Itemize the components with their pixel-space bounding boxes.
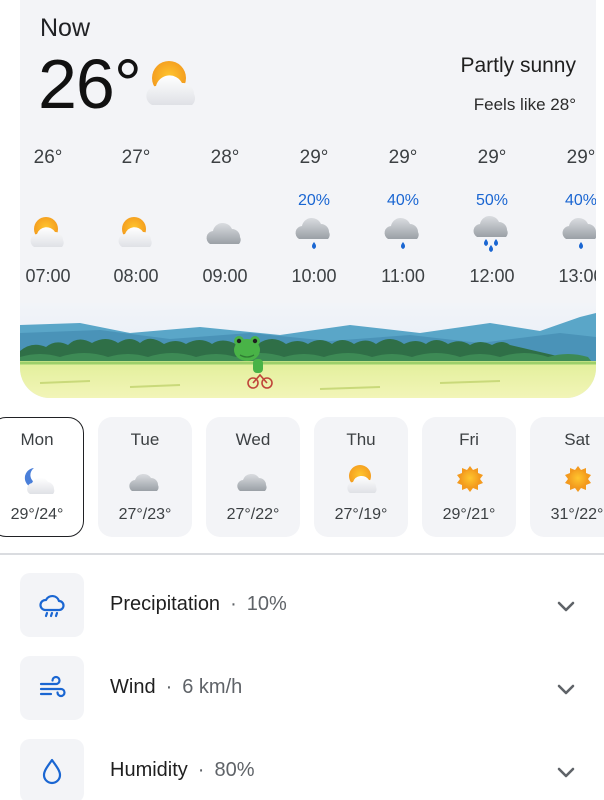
sunny-icon bbox=[565, 466, 591, 492]
day-temp-range: 27°/23° bbox=[118, 506, 172, 523]
precipitation-value: 10% bbox=[246, 593, 287, 615]
partly-sunny-icon bbox=[118, 217, 152, 247]
wind-icon-box bbox=[20, 656, 84, 720]
sunny-icon bbox=[457, 466, 483, 492]
precipitation-icon bbox=[39, 594, 65, 618]
hour-time: 11:00 bbox=[381, 266, 425, 286]
hour-temp: 29° bbox=[388, 147, 418, 168]
day-card-fri[interactable]: Fri 29°/21° bbox=[422, 417, 516, 537]
current-weather-card: Now 26° Partly sunny Feels like 28° 26° … bbox=[20, 0, 596, 398]
precipitation-text: Precipitation · 10% bbox=[110, 593, 287, 616]
condition-text: Partly sunny bbox=[460, 54, 576, 77]
hour-temp: 29° bbox=[566, 147, 596, 168]
day-temp-range: 31°/22° bbox=[550, 506, 604, 523]
hourly-item: 29° 50% 12:00 bbox=[452, 145, 532, 295]
day-card-mon[interactable]: Mon 29°/24° bbox=[0, 417, 84, 537]
hourly-forecast[interactable]: 26° 07:00 27° 08:00 28° 09:00 29° 20% 10… bbox=[20, 145, 596, 295]
day-card-sat[interactable]: Sat 31°/22° bbox=[530, 417, 604, 537]
humidity-icon-box bbox=[20, 739, 84, 800]
hour-precip: 40% bbox=[564, 192, 596, 209]
day-card-wed[interactable]: Wed 27°/22° bbox=[206, 417, 300, 537]
light-rain-icon bbox=[295, 217, 330, 249]
hour-time: 13:00 bbox=[558, 266, 596, 286]
hourly-item: 29° 40% 13:00 bbox=[541, 145, 596, 295]
day-card-tue[interactable]: Tue 27°/23° bbox=[98, 417, 192, 537]
hourly-item: 28° 09:00 bbox=[185, 145, 265, 295]
hourly-item: 26° 07:00 bbox=[20, 145, 88, 295]
hour-time: 07:00 bbox=[25, 266, 71, 286]
hour-precip: 20% bbox=[297, 192, 331, 209]
wind-row[interactable]: Wind · 6 km/h bbox=[0, 656, 604, 722]
day-temp-range: 27°/22° bbox=[226, 506, 280, 523]
humidity-icon bbox=[42, 758, 62, 785]
day-name: Mon bbox=[20, 430, 54, 449]
light-rain-icon bbox=[384, 217, 419, 249]
hour-temp: 27° bbox=[121, 147, 151, 168]
humidity-value: 80% bbox=[214, 759, 255, 781]
now-label: Now bbox=[40, 14, 91, 42]
humidity-row[interactable]: Humidity · 80% bbox=[0, 739, 604, 800]
hour-temp: 28° bbox=[210, 147, 240, 168]
day-name: Tue bbox=[130, 430, 160, 449]
current-temperature: 26° bbox=[38, 45, 142, 123]
separator-dot: · bbox=[165, 676, 173, 698]
humidity-label: Humidity bbox=[110, 759, 188, 781]
chevron-down-icon[interactable] bbox=[554, 678, 578, 702]
daily-forecast[interactable]: Mon 29°/24° Tue 27°/23° Wed 27°/22° Thu … bbox=[0, 417, 604, 537]
precipitation-icon-box bbox=[20, 573, 84, 637]
day-temp-range: 27°/19° bbox=[334, 506, 388, 523]
feels-like-text: Feels like 28° bbox=[473, 95, 576, 114]
hour-time: 09:00 bbox=[202, 266, 248, 286]
hour-temp: 26° bbox=[33, 147, 63, 168]
landscape-illustration bbox=[20, 303, 596, 398]
light-rain-icon bbox=[562, 217, 596, 249]
precipitation-label: Precipitation bbox=[110, 593, 221, 615]
section-divider bbox=[0, 553, 604, 555]
chevron-down-icon[interactable] bbox=[554, 761, 578, 785]
day-name: Sat bbox=[564, 430, 590, 449]
cloudy-icon bbox=[237, 473, 267, 491]
wind-value: 6 km/h bbox=[182, 676, 243, 698]
hourly-item: 29° 40% 11:00 bbox=[363, 145, 443, 295]
day-temp-range: 29°/21° bbox=[442, 506, 496, 523]
hourly-item: 29° 20% 10:00 bbox=[274, 145, 354, 295]
partly-sunny-icon bbox=[347, 465, 377, 493]
separator-dot: · bbox=[197, 759, 205, 781]
partly-sunny-icon bbox=[146, 61, 196, 105]
hour-temp: 29° bbox=[299, 147, 329, 168]
partly-sunny-icon bbox=[30, 217, 64, 247]
hour-time: 12:00 bbox=[469, 266, 515, 286]
day-temp-range: 29°/24° bbox=[10, 506, 64, 523]
day-name: Wed bbox=[235, 430, 271, 449]
wind-text: Wind · 6 km/h bbox=[110, 676, 242, 699]
hour-temp: 29° bbox=[477, 147, 507, 168]
cloudy-icon bbox=[129, 473, 159, 491]
rain-icon bbox=[473, 215, 508, 252]
day-card-thu[interactable]: Thu 27°/19° bbox=[314, 417, 408, 537]
hour-precip: 50% bbox=[475, 192, 509, 209]
day-name: Thu bbox=[346, 430, 376, 449]
precipitation-row[interactable]: Precipitation · 10% bbox=[0, 573, 604, 639]
chevron-down-icon[interactable] bbox=[554, 595, 578, 619]
night-cloud-icon bbox=[24, 468, 55, 494]
humidity-text: Humidity · 80% bbox=[110, 759, 255, 782]
separator-dot: · bbox=[230, 593, 237, 615]
day-name: Fri bbox=[459, 430, 479, 449]
wind-label: Wind bbox=[110, 676, 156, 698]
wind-icon bbox=[39, 675, 66, 698]
hour-time: 10:00 bbox=[291, 266, 337, 286]
hourly-item: 27° 08:00 bbox=[96, 145, 176, 295]
hour-time: 08:00 bbox=[113, 266, 159, 286]
cloudy-icon bbox=[206, 222, 241, 244]
hour-precip: 40% bbox=[386, 192, 420, 209]
